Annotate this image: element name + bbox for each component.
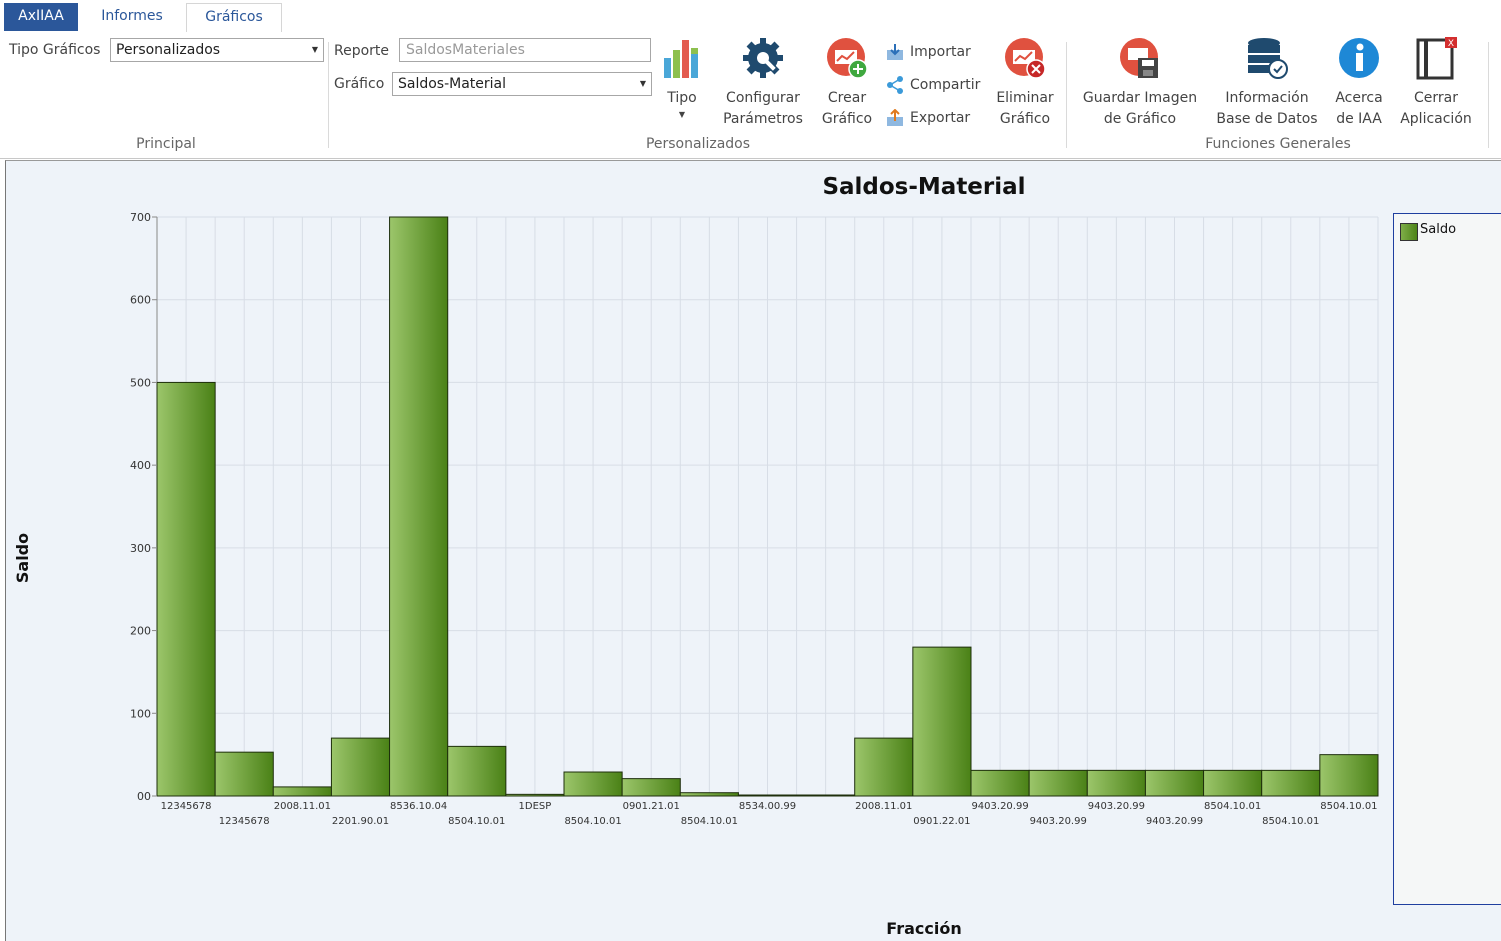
bar-chart-icon: [660, 36, 704, 80]
group-label-personalizados: Personalizados: [645, 136, 751, 152]
tipo-button[interactable]: Tipo ▼: [660, 36, 704, 121]
legend-label: Saldo: [1420, 222, 1457, 237]
crear-grafico-button[interactable]: Crear Gráfico: [818, 36, 876, 130]
gear-wrench-icon: [741, 36, 785, 80]
reporte-label: Reporte: [334, 43, 390, 59]
chart-legend: Saldo: [1393, 213, 1501, 905]
export-icon: [887, 109, 903, 126]
chevron-down-icon[interactable]: ▼: [635, 73, 651, 95]
acerca-label-2: de IAA: [1336, 111, 1382, 127]
exportar-button[interactable]: Exportar: [886, 107, 970, 131]
cerrar-label-2: Aplicación: [1400, 111, 1472, 127]
guardar-imagen-button[interactable]: Guardar Imagen de Gráfico: [1080, 36, 1200, 130]
group-separator: [1488, 42, 1489, 148]
guardar-label-1: Guardar Imagen: [1082, 90, 1198, 106]
import-icon: [887, 44, 903, 60]
grafico-value: Saldos-Material: [398, 76, 507, 92]
tab-graficos[interactable]: Gráficos: [186, 3, 282, 33]
tipo-graficos-select[interactable]: Personalizados ▼: [110, 38, 324, 62]
delete-chart-icon: [1003, 36, 1047, 80]
configurar-label-1: Configurar: [726, 90, 800, 106]
crear-label-1: Crear: [827, 90, 867, 106]
close-app-icon: X: [1414, 36, 1458, 80]
tipo-label: Tipo: [667, 90, 697, 106]
eliminar-label-2: Gráfico: [999, 111, 1051, 127]
chart-area: [5, 160, 1501, 941]
group-label-principal: Principal: [136, 136, 196, 152]
crear-label-2: Gráfico: [821, 111, 873, 127]
database-icon: [1245, 36, 1289, 80]
group-separator: [1066, 42, 1067, 148]
importar-label: Importar: [910, 44, 971, 60]
compartir-button[interactable]: Compartir: [886, 74, 980, 98]
cerrar-label-1: Cerrar: [1414, 90, 1458, 106]
cerrar-aplicacion-button[interactable]: X Cerrar Aplicación: [1396, 36, 1476, 130]
eliminar-label-1: Eliminar: [996, 90, 1054, 106]
svg-text:X: X: [1448, 39, 1454, 49]
info-label-2: Base de Datos: [1216, 111, 1318, 127]
acerca-label-1: Acerca: [1335, 90, 1383, 106]
tipo-graficos-label: Tipo Gráficos: [9, 42, 101, 58]
group-separator: [328, 42, 329, 148]
group-label-funciones: Funciones Generales: [1205, 136, 1351, 152]
tipo-graficos-value: Personalizados: [116, 42, 221, 58]
acerca-button[interactable]: Acerca de IAA: [1330, 36, 1388, 130]
grafico-label: Gráfico: [334, 76, 385, 92]
grafico-select[interactable]: Saldos-Material ▼: [392, 72, 652, 96]
compartir-label: Compartir: [910, 77, 981, 93]
configurar-parametros-button[interactable]: Configurar Parámetros: [718, 36, 808, 130]
dropdown-arrow-icon: ▼: [678, 110, 686, 119]
chevron-down-icon[interactable]: ▼: [307, 39, 323, 61]
legend-swatch: [1400, 223, 1418, 241]
tab-bar: AxIIAA Informes Gráficos: [0, 0, 1501, 33]
exportar-label: Exportar: [910, 110, 971, 126]
add-chart-icon: [825, 36, 869, 80]
configurar-label-2: Parámetros: [723, 111, 803, 127]
info-icon: [1337, 36, 1381, 80]
save-image-icon: [1118, 36, 1162, 80]
info-label-1: Información: [1225, 90, 1309, 106]
importar-button[interactable]: Importar: [886, 41, 971, 65]
tab-informes[interactable]: Informes: [86, 3, 178, 31]
informacion-base-datos-button[interactable]: Información Base de Datos: [1214, 36, 1320, 130]
tab-app[interactable]: AxIIAA: [4, 3, 78, 31]
eliminar-grafico-button[interactable]: Eliminar Gráfico: [994, 36, 1056, 130]
share-icon: [887, 76, 903, 94]
reporte-field[interactable]: SaldosMateriales: [399, 38, 651, 62]
guardar-label-2: de Gráfico: [1103, 111, 1177, 127]
